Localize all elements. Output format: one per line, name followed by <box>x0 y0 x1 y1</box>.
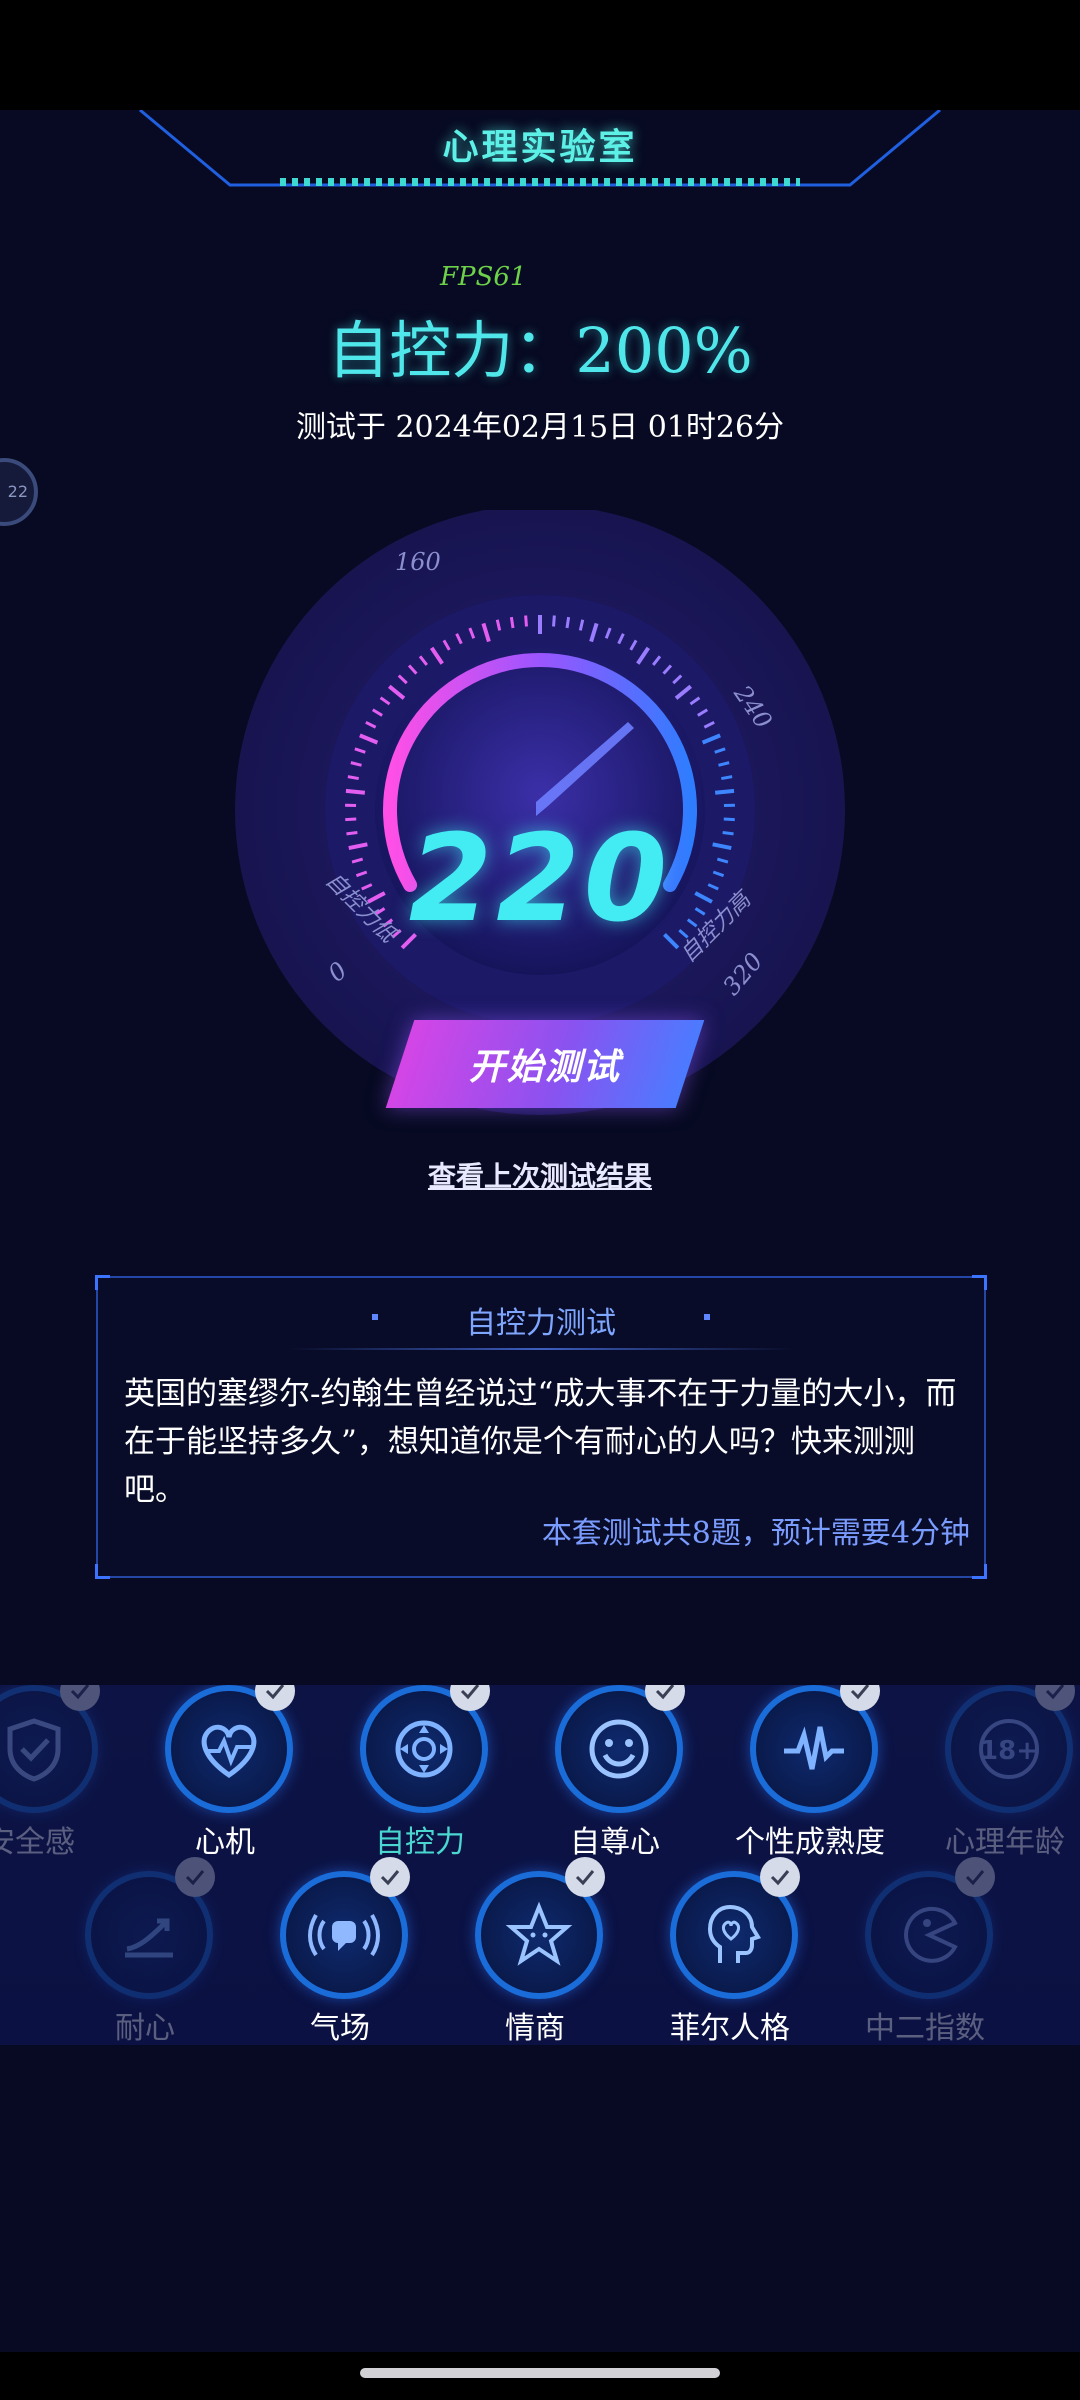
test-item[interactable]: 个性成熟度 <box>725 1685 895 1860</box>
gauge-tick <box>509 616 515 629</box>
pulse-icon <box>784 1726 844 1770</box>
test-item[interactable]: 18+ 心理年龄 <box>920 1685 1080 1860</box>
card-footer-note: 本套测试共8题，预计需要4分钟 <box>541 1516 970 1551</box>
gauge-tick <box>347 775 359 781</box>
fps-counter: FPS61 <box>440 262 527 292</box>
head-heart-icon <box>707 1904 761 1963</box>
start-test-label: 开始测试 <box>468 1047 621 1088</box>
card-corner <box>972 1275 987 1290</box>
card-title: 自控力测试 <box>466 1306 616 1341</box>
test-item-label: 菲尔人格 <box>670 2011 790 2045</box>
pacman-icon <box>904 1906 958 1963</box>
test-item[interactable]: 耐心 <box>60 1857 230 2045</box>
card-corner <box>972 1564 987 1579</box>
test-item[interactable]: 安全感 <box>0 1685 115 1860</box>
check-icon <box>565 1857 605 1897</box>
test-item-label: 气场 <box>310 2011 370 2045</box>
test-item[interactable]: 自控力 <box>335 1685 505 1860</box>
test-item-label: 情商 <box>505 2011 565 2045</box>
test-item[interactable]: 中二指数 <box>840 1857 1010 2045</box>
test-item[interactable]: 气场 <box>255 1857 425 2045</box>
check-icon <box>760 1857 800 1897</box>
app-header: 心理实验室 <box>0 110 1080 200</box>
gauge-tick <box>345 788 366 795</box>
gauge-tick <box>714 788 735 795</box>
heartbeat-icon <box>201 1724 257 1779</box>
test-item-label: 个性成熟度 <box>735 1825 885 1860</box>
gauge-tick <box>552 615 556 627</box>
gauge-label-160: 160 <box>395 548 441 576</box>
start-test-button[interactable]: 开始测试 <box>385 1020 705 1108</box>
svg-text:18+: 18+ <box>980 1736 1038 1766</box>
status-bar <box>0 0 1080 110</box>
gauge-tick <box>565 616 571 629</box>
card-divider <box>288 1348 794 1350</box>
test-item-label: 自尊心 <box>570 1825 660 1860</box>
control-pad-icon <box>395 1720 453 1778</box>
shield-icon <box>7 1718 61 1782</box>
test-item-label: 耐心 <box>115 2011 175 2045</box>
page-title: 心理实验室 <box>442 127 638 168</box>
view-last-result-link[interactable]: 查看上次测试结果 <box>0 1155 1080 1195</box>
test-date: 测试于 2024年02月15日 01时26分 <box>295 410 785 445</box>
home-indicator[interactable] <box>360 2368 720 2378</box>
test-item-label: 自控力 <box>375 1825 465 1860</box>
test-item[interactable]: 菲尔人格 <box>645 1857 815 2045</box>
test-item[interactable]: 自尊心 <box>530 1685 700 1860</box>
test-item-label: 安全感 <box>0 1825 75 1860</box>
side-float-button[interactable]: 22 <box>0 458 38 526</box>
gauge-tick <box>721 775 733 781</box>
card-corner <box>95 1275 110 1290</box>
test-item-label: 心理年龄 <box>945 1825 1065 1860</box>
test-item-label: 中二指数 <box>865 2011 985 2045</box>
test-item[interactable]: 情商 <box>450 1857 620 2045</box>
score-line: 自控力：200% <box>327 314 753 387</box>
check-icon <box>955 1857 995 1897</box>
age-18-icon: 18+ <box>979 1719 1039 1779</box>
gauge-value: 220 <box>408 810 672 949</box>
intro-card: 自控力测试 英国的塞缪尔-约翰生曾经说过“成大事不在于力量的大小，而在于能坚持多… <box>95 1275 987 1579</box>
star-face-icon <box>505 1901 573 1966</box>
trend-icon <box>125 1918 173 1958</box>
card-description: 英国的塞缪尔-约翰生曾经说过“成大事不在于力量的大小，而在于能坚持多久”，想知道… <box>124 1376 957 1508</box>
test-item[interactable]: 心机 <box>140 1685 310 1860</box>
check-icon <box>175 1857 215 1897</box>
aura-icon <box>308 1914 380 1957</box>
gauge-tick <box>524 615 528 627</box>
smile-icon <box>589 1719 649 1779</box>
test-carousel[interactable]: 安全感 心机 自控力 自尊心 个性成熟度 18+ 心理年龄 耐心 气场 情商 菲尔人格 中二指数 <box>0 1685 1080 2045</box>
test-item-label: 心机 <box>195 1825 255 1860</box>
check-icon <box>370 1857 410 1897</box>
card-corner <box>95 1564 110 1579</box>
